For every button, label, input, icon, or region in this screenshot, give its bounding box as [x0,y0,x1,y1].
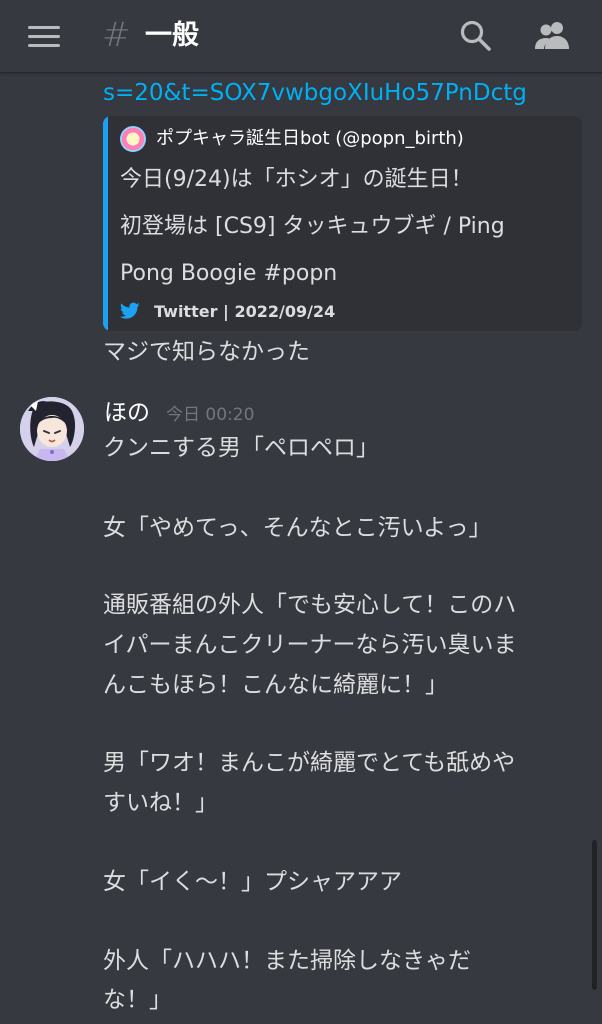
twitter-icon [120,302,140,319]
message-line: な！」 [103,987,172,1013]
embed-description-line: 今日(9/24)は「ホシオ」の誕生日！ [120,167,473,192]
embed-footer-text: Twitter | 2022/09/24 [154,301,336,321]
embed-description-line: 初登場は [CS9] タッキュウブギ / Ping [120,214,505,239]
message-line: 女「イく〜！」プシャアアア [103,869,402,895]
embed-description-line: Pong Boogie #popn [120,261,338,286]
channel-title: 一般 [145,20,199,51]
username[interactable]: ほの [104,397,150,429]
message-line: 男「ワオ！まんこが綺麗でとても舐めや [103,750,516,776]
members-icon[interactable] [532,19,572,53]
channel-header: # 一般 [0,0,602,73]
embed-accent-bar [103,116,108,331]
message-link[interactable]: s=20&t=SOX7vwbgoXIuHo57PnDctg [103,77,527,109]
embed-footer: Twitter | 2022/09/24 [120,296,335,326]
hamburger-menu-icon[interactable] [28,25,62,47]
message-line: イパーまんこクリーナーなら汚い臭いま [103,632,517,658]
avatar-image [20,397,84,461]
message-line: すいね！」 [103,790,218,816]
scrollbar[interactable] [592,840,597,990]
message-line: クンニする男「ペロペロ」 [103,435,379,461]
avatar[interactable] [20,397,84,461]
twitter-embed[interactable]: ポプキャラ誕生日bot (@popn_birth) 今日(9/24)は「ホシオ」… [103,116,582,331]
timestamp: 今日 00:20 [166,405,255,425]
message-line: んこもほら！こんなに綺麗に！」 [103,672,448,698]
message-line: 女「やめてっ、そんなとこ汚いよっ」 [103,515,492,541]
embed-author[interactable]: ポプキャラ誕生日bot (@popn_birth) [156,125,464,153]
message-line: 通販番組の外人「でも安心して！このハ [103,592,517,618]
search-icon[interactable] [459,19,493,53]
message-line: 外人「ハハハ！また掃除しなきゃだ [103,948,471,974]
channel-hash-icon: # [102,15,131,55]
message-text: マジで知らなかった [103,339,310,365]
embed-author-avatar [120,126,146,152]
embed-description: 今日(9/24)は「ホシオ」の誕生日！ 初登場は [CS9] タッキュウブギ /… [120,156,570,297]
